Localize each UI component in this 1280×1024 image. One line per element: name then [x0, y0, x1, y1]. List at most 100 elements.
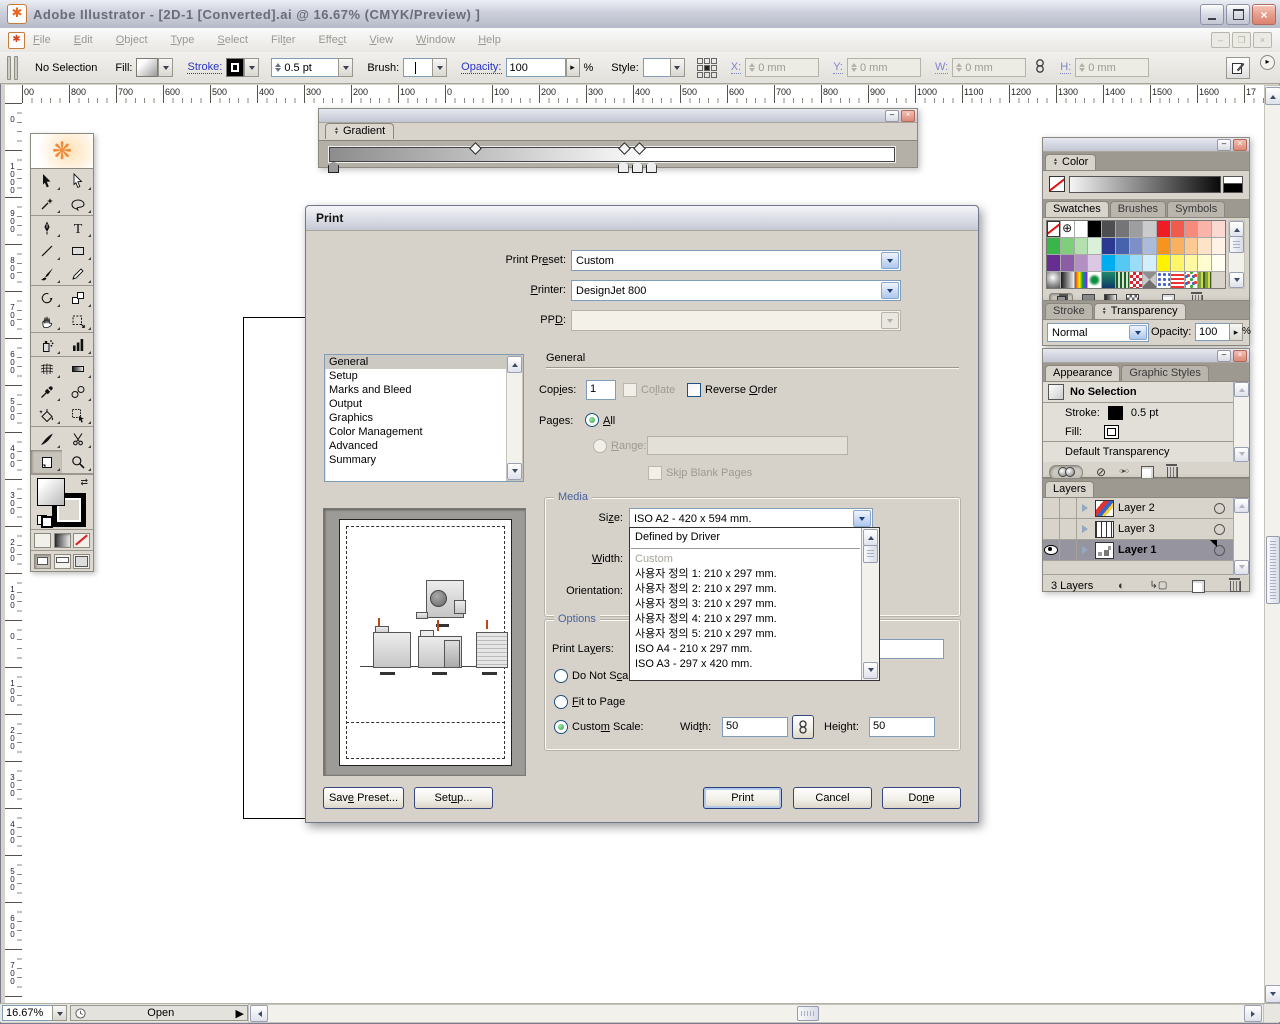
visibility-cell[interactable]: [1043, 498, 1060, 518]
tab-stroke[interactable]: Stroke: [1045, 303, 1093, 319]
stroke-swatch[interactable]: [226, 58, 244, 77]
tab-graphic-styles[interactable]: Graphic Styles: [1121, 365, 1209, 381]
size-option[interactable]: 사용자 정의 2: 210 x 297 mm.: [630, 582, 861, 597]
appearance-row-selection[interactable]: No Selection: [1043, 382, 1233, 403]
swatch-757578[interactable]: [1116, 221, 1129, 237]
lock-cell[interactable]: [1060, 498, 1077, 518]
selection-tool[interactable]: [31, 169, 62, 192]
fill-indicator[interactable]: [37, 478, 65, 506]
title-bar[interactable]: ✱ Adobe Illustrator - [2D-1 [Converted].…: [0, 0, 1280, 29]
swatch-9bdcf9[interactable]: [1130, 255, 1143, 271]
eyedropper-tool[interactable]: [31, 380, 62, 403]
dropdown-scroll-up-icon[interactable]: [863, 529, 878, 546]
swatch-3ab54a[interactable]: [1047, 238, 1060, 254]
section-item-setup[interactable]: Setup: [325, 369, 508, 383]
cancel-button[interactable]: Cancel: [793, 787, 872, 809]
done-button[interactable]: Done: [882, 787, 961, 809]
swatch-d1effc[interactable]: [1143, 255, 1156, 271]
section-item-advanced[interactable]: Advanced: [325, 439, 508, 453]
menu-window[interactable]: Window: [416, 34, 455, 46]
layer-row-layer-2[interactable]: Layer 2: [1043, 498, 1233, 519]
gradient-stop[interactable]: [632, 161, 643, 173]
none-mode-button[interactable]: [73, 533, 90, 548]
tab-transparency[interactable]: ▲▼Transparency: [1094, 303, 1186, 319]
clear-appearance-icon[interactable]: ⊘: [1096, 466, 1106, 478]
reference-point-icon[interactable]: [697, 58, 717, 78]
new-sublayer-icon[interactable]: ↳▢: [1150, 580, 1168, 592]
swatch-b490c2[interactable]: [1075, 255, 1088, 271]
palette-close-icon[interactable]: ×: [901, 110, 915, 122]
style-field[interactable]: [643, 58, 685, 77]
swatch-7ece7c[interactable]: [1061, 238, 1074, 254]
layers-scroll-down-icon[interactable]: [1234, 560, 1249, 575]
pages-all-radio[interactable]: [585, 413, 599, 427]
size-option[interactable]: Defined by Driver: [630, 530, 861, 545]
duplicate-item-button[interactable]: [1141, 466, 1154, 479]
swatch-f9b05f[interactable]: [1171, 238, 1184, 254]
swatch-c9cbcd[interactable]: [1143, 221, 1156, 237]
swatch-dcc8e4[interactable]: [1088, 255, 1101, 271]
menu-filter[interactable]: Filter: [271, 34, 295, 46]
list-scroll-down-icon[interactable]: [507, 463, 522, 480]
size-option[interactable]: 사용자 정의 1: 210 x 297 mm.: [630, 567, 861, 582]
swatch-none[interactable]: [1047, 221, 1060, 237]
scale-height-field[interactable]: 50: [869, 717, 935, 737]
swatch-fffccf[interactable]: [1198, 255, 1211, 271]
symbol-sprayer-tool[interactable]: [31, 333, 62, 356]
swatch-grad-linear[interactable]: [1061, 272, 1074, 288]
size-option[interactable]: ISO A4 - 210 x 297 mm.: [630, 642, 861, 657]
layer-name[interactable]: Layer 2: [1118, 502, 1214, 514]
section-item-color-management[interactable]: Color Management: [325, 425, 508, 439]
tab-brushes[interactable]: Brushes: [1110, 201, 1166, 217]
custom-scale-radio[interactable]: [554, 720, 568, 734]
zoom-tool[interactable]: [62, 450, 93, 473]
target-circle-icon[interactable]: [1214, 524, 1225, 535]
section-item-marks-and-bleed[interactable]: Marks and Bleed: [325, 383, 508, 397]
swatch-fff56a[interactable]: [1171, 255, 1184, 271]
print-preview[interactable]: [323, 508, 526, 776]
document-setup-icon[interactable]: [1226, 57, 1250, 79]
expand-triangle-icon[interactable]: [1082, 546, 1088, 554]
print-sections-list[interactable]: GeneralSetupMarks and BleedOutputGraphic…: [324, 354, 524, 482]
swatch-grad-sphere[interactable]: [1047, 272, 1060, 288]
swatches-scroll-up-icon[interactable]: [1229, 221, 1244, 237]
layer-row-layer-3[interactable]: Layer 3: [1043, 519, 1233, 540]
reduce-to-basic-appearance-icon[interactable]: ○▸○: [1119, 466, 1128, 478]
fit-to-page-radio[interactable]: [554, 695, 568, 709]
slice-tool[interactable]: [31, 427, 62, 450]
delete-item-button[interactable]: [1167, 467, 1178, 478]
blend-mode-combo[interactable]: Normal: [1047, 323, 1149, 342]
horizontal-ruler[interactable]: 0080070060050040030020010001002003004005…: [22, 85, 1264, 104]
live-paint-bucket-tool[interactable]: [31, 403, 62, 426]
swatch-checker-red[interactable]: [1130, 272, 1143, 288]
appearance-scroll-down-icon[interactable]: [1234, 447, 1249, 462]
link-dimensions-icon[interactable]: [1034, 57, 1046, 78]
menu-type[interactable]: Type: [171, 34, 195, 46]
swatch-ee1c25[interactable]: [1157, 221, 1170, 237]
gradient-ramp[interactable]: [329, 147, 895, 162]
swatch-aabbdc[interactable]: [1143, 238, 1156, 254]
swatch-grid[interactable]: [1046, 220, 1226, 289]
link-scale-icon[interactable]: [792, 715, 814, 739]
swatch-f15b4e[interactable]: [1171, 221, 1184, 237]
free-transform-tool[interactable]: [62, 309, 93, 332]
swatch-55c8f3[interactable]: [1116, 255, 1129, 271]
gradient-stop[interactable]: [618, 161, 629, 173]
opacity-link[interactable]: Opacity:: [461, 61, 501, 74]
swatch-f9b4aa[interactable]: [1198, 221, 1211, 237]
expand-triangle-icon[interactable]: [1082, 525, 1088, 533]
swatch-f7941e[interactable]: [1157, 238, 1170, 254]
layers-scroll-up-icon[interactable]: [1234, 498, 1249, 513]
close-button[interactable]: ×: [1252, 4, 1276, 25]
menu-object[interactable]: Object: [116, 34, 148, 46]
do-not-scale-radio[interactable]: [554, 669, 568, 683]
swatch-registration[interactable]: [1061, 221, 1074, 237]
warp-tool[interactable]: [31, 309, 62, 332]
swatch-grad-teal[interactable]: [1102, 272, 1115, 288]
live-paint-selection-tool[interactable]: [62, 403, 93, 426]
swatch-fbc993[interactable]: [1185, 238, 1198, 254]
make-clipping-mask-icon[interactable]: ◐: [1118, 580, 1125, 592]
swatches-scroll-thumb[interactable]: [1229, 236, 1244, 253]
swatches-scroll-down-icon[interactable]: [1229, 272, 1244, 288]
gradient-midpoint-marker[interactable]: [469, 142, 482, 155]
